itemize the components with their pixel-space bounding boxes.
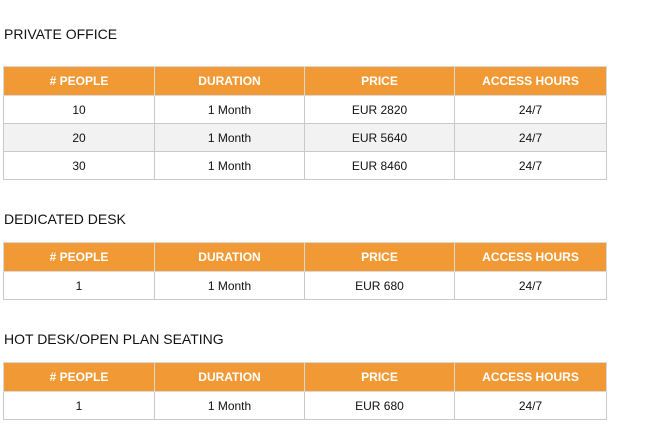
header-duration: DURATION	[154, 66, 305, 96]
cell-people: 10	[3, 95, 155, 124]
table-row: 30 1 Month EUR 8460 24/7	[3, 151, 607, 180]
cell-price: EUR 5640	[304, 123, 455, 152]
cell-duration: 1 Month	[154, 271, 305, 300]
cell-people: 20	[3, 123, 155, 152]
section-title-hot-desk: HOT DESK/OPEN PLAN SEATING	[4, 331, 224, 347]
header-price: PRICE	[304, 242, 455, 272]
header-price: PRICE	[304, 362, 455, 392]
cell-price: EUR 680	[304, 271, 455, 300]
table-header-row: # PEOPLE DURATION PRICE ACCESS HOURS	[3, 66, 607, 96]
table-row: 1 1 Month EUR 680 24/7	[3, 271, 607, 300]
header-access-hours: ACCESS HOURS	[454, 242, 607, 272]
header-price: PRICE	[304, 66, 455, 96]
cell-access-hours: 24/7	[454, 123, 607, 152]
cell-duration: 1 Month	[154, 391, 305, 420]
header-duration: DURATION	[154, 362, 305, 392]
cell-duration: 1 Month	[154, 151, 305, 180]
table-row: 20 1 Month EUR 5640 24/7	[3, 123, 607, 152]
cell-duration: 1 Month	[154, 95, 305, 124]
pricing-table-dedicated-desk: # PEOPLE DURATION PRICE ACCESS HOURS 1 1…	[3, 242, 607, 300]
header-people: # PEOPLE	[3, 362, 155, 392]
cell-price: EUR 8460	[304, 151, 455, 180]
cell-access-hours: 24/7	[454, 391, 607, 420]
table-row: 10 1 Month EUR 2820 24/7	[3, 95, 607, 124]
pricing-table-hot-desk: # PEOPLE DURATION PRICE ACCESS HOURS 1 1…	[3, 362, 607, 420]
pricing-table-private-office: # PEOPLE DURATION PRICE ACCESS HOURS 10 …	[3, 66, 607, 180]
header-access-hours: ACCESS HOURS	[454, 66, 607, 96]
cell-people: 30	[3, 151, 155, 180]
section-title-dedicated-desk: DEDICATED DESK	[4, 211, 126, 227]
header-people: # PEOPLE	[3, 66, 155, 96]
cell-people: 1	[3, 391, 155, 420]
table-row: 1 1 Month EUR 680 24/7	[3, 391, 607, 420]
header-duration: DURATION	[154, 242, 305, 272]
cell-price: EUR 680	[304, 391, 455, 420]
header-people: # PEOPLE	[3, 242, 155, 272]
header-access-hours: ACCESS HOURS	[454, 362, 607, 392]
table-header-row: # PEOPLE DURATION PRICE ACCESS HOURS	[3, 362, 607, 392]
cell-people: 1	[3, 271, 155, 300]
cell-access-hours: 24/7	[454, 95, 607, 124]
cell-price: EUR 2820	[304, 95, 455, 124]
cell-access-hours: 24/7	[454, 271, 607, 300]
table-header-row: # PEOPLE DURATION PRICE ACCESS HOURS	[3, 242, 607, 272]
cell-duration: 1 Month	[154, 123, 305, 152]
cell-access-hours: 24/7	[454, 151, 607, 180]
section-title-private-office: PRIVATE OFFICE	[4, 26, 118, 42]
